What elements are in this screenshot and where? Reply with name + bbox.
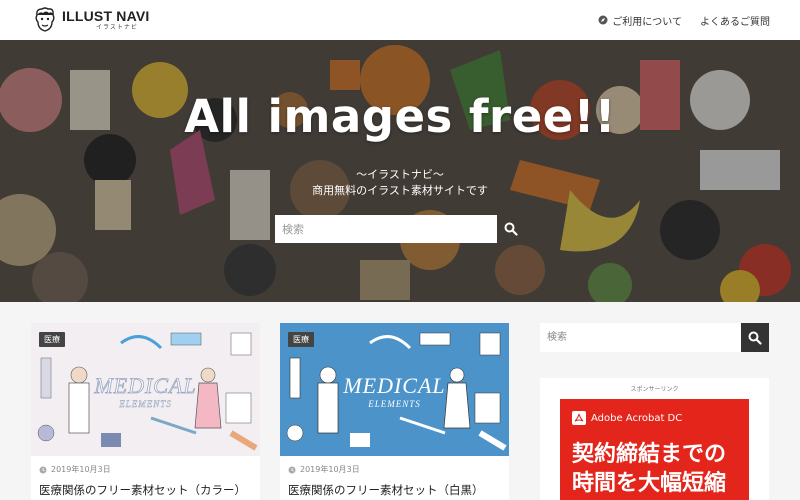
thumbnail-elements-text: ELEMENTS [119, 399, 172, 409]
post-thumbnail[interactable]: MEDICAL ELEMENTS 医療 [280, 323, 509, 456]
advertisement-banner[interactable]: Adobe Acrobat DC 契約締結までの 時間を大幅短縮 [560, 399, 749, 500]
site-logo[interactable]: ILLUST NAVI イラストナビ [34, 7, 150, 33]
site-header: ILLUST NAVI イラストナビ ご利用について よくあるご質問 [0, 0, 800, 40]
ad-brand-text: Adobe Acrobat DC [591, 412, 683, 424]
ad-headline-2: 時間を大幅短縮 [572, 471, 727, 496]
category-badge[interactable]: 医療 [39, 332, 65, 347]
thumbnail-medical-text: MEDICAL [343, 373, 446, 398]
hero-title: All images free!! [184, 90, 616, 143]
logo-title: ILLUST NAVI [62, 8, 150, 24]
post-title[interactable]: 医療関係のフリー素材セット（白黒） [288, 482, 484, 498]
post-title[interactable]: 医療関係のフリー素材セット（カラー） [39, 482, 246, 498]
hero-banner: All images free!! 〜イラストナビ〜 商用無料のイラスト素材サイ… [0, 40, 800, 302]
hero-search-input[interactable] [275, 215, 497, 243]
sponsor-label: スポンサーリンク [630, 386, 679, 393]
search-icon [504, 222, 518, 236]
compass-icon [598, 15, 608, 25]
post-card[interactable]: MEDICAL ELEMENTS 医療 2019年10月3日 医療関係のフリー素… [280, 323, 509, 500]
ad-headline-1: 契約締結までの [572, 442, 727, 467]
nav-item-usage[interactable]: ご利用について [598, 13, 682, 28]
nav-item-faq-label: よくあるご質問 [700, 16, 770, 28]
logo-subtitle: イラストナビ [96, 24, 138, 31]
clock-icon [39, 466, 47, 473]
search-icon [748, 331, 762, 345]
sidebar-search-input[interactable] [540, 323, 741, 352]
nav-item-usage-label: ご利用について [612, 16, 682, 28]
header-nav: ご利用について よくあるご質問 [598, 13, 770, 28]
hero-tagline: 商用無料のイラスト素材サイトです [312, 184, 488, 197]
ad-brand: Adobe Acrobat DC [572, 411, 682, 425]
sidebar-search-form [540, 323, 769, 352]
sidebar-search-button[interactable] [741, 323, 769, 352]
clock-icon [288, 466, 296, 473]
thumbnail-elements-text: ELEMENTS [368, 399, 421, 409]
acrobat-logo-icon [572, 411, 586, 425]
post-card[interactable]: MEDICAL ELEMENTS 医療 2019年10月3日 医療関係のフリー素… [31, 323, 260, 500]
post-date: 2019年10月3日 [39, 464, 111, 475]
post-thumbnail[interactable]: MEDICAL ELEMENTS 医療 [31, 323, 260, 456]
post-date-text: 2019年10月3日 [51, 465, 111, 474]
nav-item-faq[interactable]: よくあるご質問 [700, 13, 770, 28]
hero-search-form [275, 215, 525, 243]
post-date-text: 2019年10月3日 [300, 465, 360, 474]
hero-search-button[interactable] [497, 215, 525, 243]
thumbnail-medical-text: MEDICAL [94, 373, 197, 399]
hero-subtitle: 〜イラストナビ〜 [356, 168, 444, 181]
category-badge[interactable]: 医療 [288, 332, 314, 347]
post-date: 2019年10月3日 [288, 464, 360, 475]
sidebar-sponsor-widget: スポンサーリンク Adobe Acrobat DC 契約締結までの 時間を大幅短… [540, 378, 769, 500]
logo-face-icon [35, 7, 55, 32]
